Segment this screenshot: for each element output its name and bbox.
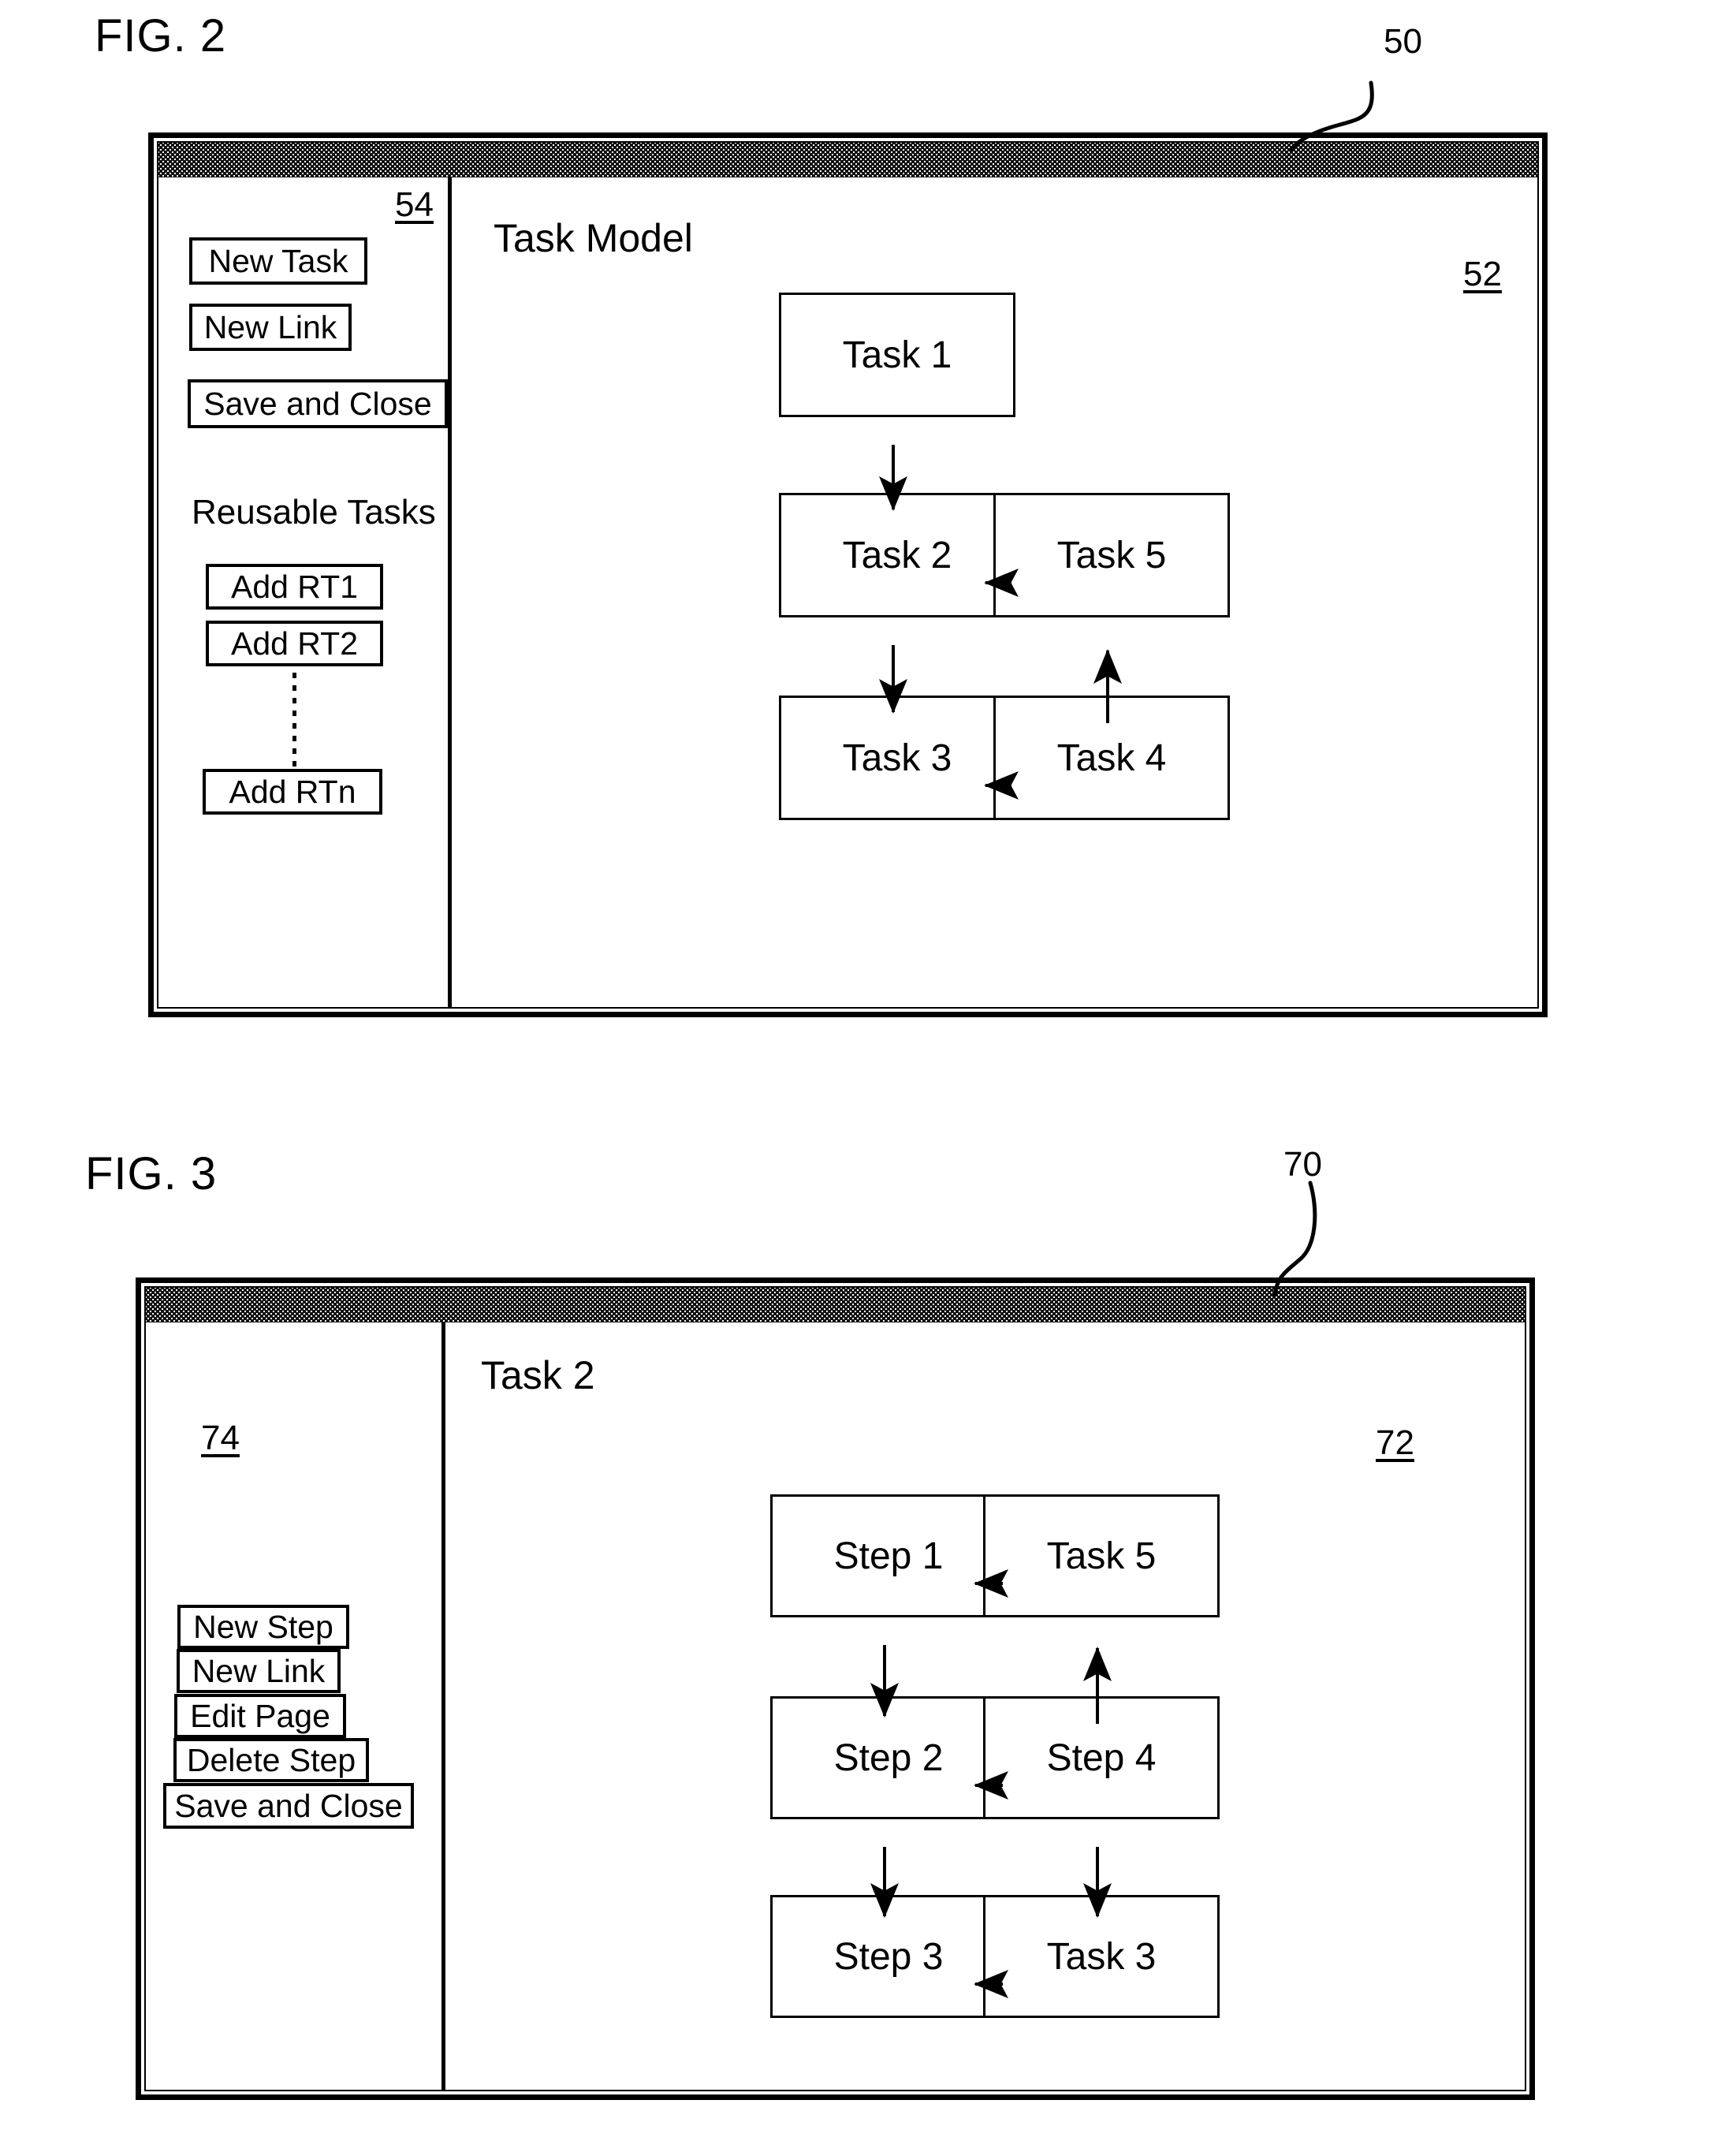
delete-step-button[interactable]: Delete Step <box>173 1738 369 1782</box>
figure-3-window: 74 New Step New Link Edit Page Delete St… <box>136 1278 1535 2100</box>
step-node-step-2[interactable]: Step 2 <box>770 1696 1007 1819</box>
step-node-step-1[interactable]: Step 1 <box>770 1494 1007 1617</box>
figure-3-titlebar <box>146 1288 1525 1322</box>
edit-page-button[interactable]: Edit Page <box>174 1694 346 1738</box>
task-node-task-3[interactable]: Task 3 <box>983 1895 1220 2018</box>
task-node-task-5[interactable]: Task 5 <box>983 1494 1220 1617</box>
new-step-button[interactable]: New Step <box>177 1605 349 1649</box>
figure-3-window-inner-border: 74 New Step New Link Edit Page Delete St… <box>144 1286 1526 2091</box>
new-link-button[interactable]: New Link <box>177 1649 341 1693</box>
figure-3-sidebar-reference-numeral: 74 <box>201 1419 240 1457</box>
figure-3-content-reference-numeral: 72 <box>1376 1423 1414 1462</box>
step-node-step-3[interactable]: Step 3 <box>770 1895 1007 2018</box>
figure-3-content-panel: Task 2 72 Step 1 Task 5 Step 2 Step 4 St… <box>449 1322 1525 2090</box>
figure-3-window-reference-numeral: 70 <box>1283 1145 1322 1184</box>
save-and-close-button[interactable]: Save and Close <box>163 1783 414 1829</box>
figure-3-sidebar: 74 New Step New Link Edit Page Delete St… <box>146 1322 445 2090</box>
figure-3-page: FIG. 3 70 74 New Step New Link Edit Page… <box>0 0 1736 2141</box>
task-2-panel-title: Task 2 <box>481 1353 595 1397</box>
figure-3-caption: FIG. 3 <box>85 1148 218 1199</box>
step-node-step-4[interactable]: Step 4 <box>983 1696 1220 1819</box>
